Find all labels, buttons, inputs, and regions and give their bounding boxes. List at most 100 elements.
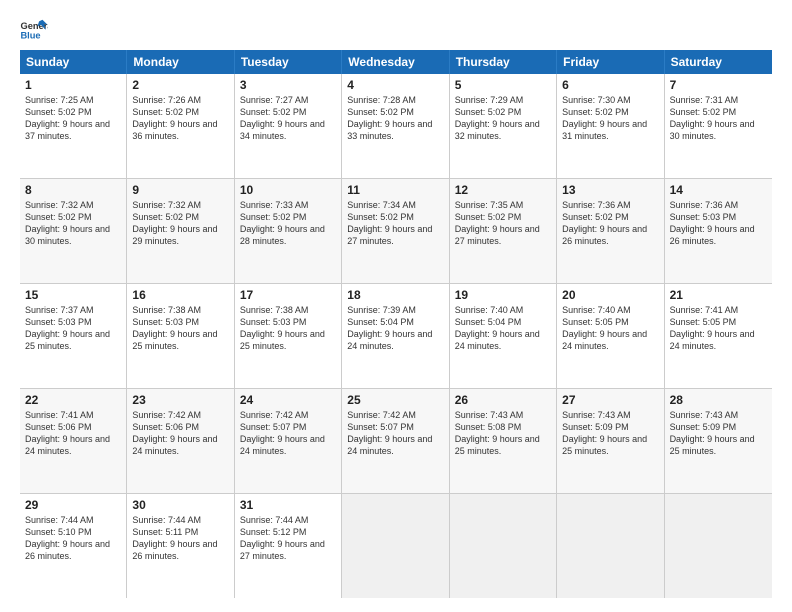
- day-number: 24: [240, 393, 336, 407]
- day-number: 12: [455, 183, 551, 197]
- day-cell-11: 11 Sunrise: 7:34 AMSunset: 5:02 PMDaylig…: [342, 179, 449, 283]
- empty-cell: [450, 494, 557, 598]
- day-cell-2: 2 Sunrise: 7:26 AMSunset: 5:02 PMDayligh…: [127, 74, 234, 178]
- empty-cell: [342, 494, 449, 598]
- day-info: Sunrise: 7:42 AMSunset: 5:07 PMDaylight:…: [347, 410, 432, 456]
- calendar-body: 1 Sunrise: 7:25 AMSunset: 5:02 PMDayligh…: [20, 74, 772, 598]
- day-number: 13: [562, 183, 658, 197]
- day-header-friday: Friday: [557, 50, 664, 74]
- day-info: Sunrise: 7:29 AMSunset: 5:02 PMDaylight:…: [455, 95, 540, 141]
- day-info: Sunrise: 7:34 AMSunset: 5:02 PMDaylight:…: [347, 200, 432, 246]
- day-info: Sunrise: 7:38 AMSunset: 5:03 PMDaylight:…: [132, 305, 217, 351]
- day-info: Sunrise: 7:25 AMSunset: 5:02 PMDaylight:…: [25, 95, 110, 141]
- day-info: Sunrise: 7:36 AMSunset: 5:02 PMDaylight:…: [562, 200, 647, 246]
- day-cell-26: 26 Sunrise: 7:43 AMSunset: 5:08 PMDaylig…: [450, 389, 557, 493]
- week-row-4: 22 Sunrise: 7:41 AMSunset: 5:06 PMDaylig…: [20, 389, 772, 494]
- day-number: 21: [670, 288, 767, 302]
- week-row-1: 1 Sunrise: 7:25 AMSunset: 5:02 PMDayligh…: [20, 74, 772, 179]
- day-number: 23: [132, 393, 228, 407]
- day-info: Sunrise: 7:43 AMSunset: 5:09 PMDaylight:…: [670, 410, 755, 456]
- day-info: Sunrise: 7:43 AMSunset: 5:08 PMDaylight:…: [455, 410, 540, 456]
- logo-icon: General Blue: [20, 18, 48, 40]
- day-info: Sunrise: 7:30 AMSunset: 5:02 PMDaylight:…: [562, 95, 647, 141]
- day-number: 16: [132, 288, 228, 302]
- day-info: Sunrise: 7:35 AMSunset: 5:02 PMDaylight:…: [455, 200, 540, 246]
- day-number: 30: [132, 498, 228, 512]
- day-info: Sunrise: 7:41 AMSunset: 5:06 PMDaylight:…: [25, 410, 110, 456]
- day-info: Sunrise: 7:40 AMSunset: 5:05 PMDaylight:…: [562, 305, 647, 351]
- day-info: Sunrise: 7:32 AMSunset: 5:02 PMDaylight:…: [25, 200, 110, 246]
- day-cell-28: 28 Sunrise: 7:43 AMSunset: 5:09 PMDaylig…: [665, 389, 772, 493]
- day-number: 4: [347, 78, 443, 92]
- day-number: 11: [347, 183, 443, 197]
- day-number: 17: [240, 288, 336, 302]
- day-number: 3: [240, 78, 336, 92]
- day-info: Sunrise: 7:26 AMSunset: 5:02 PMDaylight:…: [132, 95, 217, 141]
- header: General Blue: [20, 18, 772, 40]
- day-header-thursday: Thursday: [450, 50, 557, 74]
- day-cell-8: 8 Sunrise: 7:32 AMSunset: 5:02 PMDayligh…: [20, 179, 127, 283]
- day-number: 22: [25, 393, 121, 407]
- day-header-sunday: Sunday: [20, 50, 127, 74]
- day-cell-9: 9 Sunrise: 7:32 AMSunset: 5:02 PMDayligh…: [127, 179, 234, 283]
- day-info: Sunrise: 7:31 AMSunset: 5:02 PMDaylight:…: [670, 95, 755, 141]
- day-cell-18: 18 Sunrise: 7:39 AMSunset: 5:04 PMDaylig…: [342, 284, 449, 388]
- day-header-saturday: Saturday: [665, 50, 772, 74]
- day-cell-6: 6 Sunrise: 7:30 AMSunset: 5:02 PMDayligh…: [557, 74, 664, 178]
- day-cell-1: 1 Sunrise: 7:25 AMSunset: 5:02 PMDayligh…: [20, 74, 127, 178]
- day-info: Sunrise: 7:42 AMSunset: 5:07 PMDaylight:…: [240, 410, 325, 456]
- calendar-header: SundayMondayTuesdayWednesdayThursdayFrid…: [20, 50, 772, 74]
- day-cell-21: 21 Sunrise: 7:41 AMSunset: 5:05 PMDaylig…: [665, 284, 772, 388]
- day-info: Sunrise: 7:36 AMSunset: 5:03 PMDaylight:…: [670, 200, 755, 246]
- day-cell-24: 24 Sunrise: 7:42 AMSunset: 5:07 PMDaylig…: [235, 389, 342, 493]
- day-cell-27: 27 Sunrise: 7:43 AMSunset: 5:09 PMDaylig…: [557, 389, 664, 493]
- day-cell-4: 4 Sunrise: 7:28 AMSunset: 5:02 PMDayligh…: [342, 74, 449, 178]
- week-row-2: 8 Sunrise: 7:32 AMSunset: 5:02 PMDayligh…: [20, 179, 772, 284]
- day-number: 28: [670, 393, 767, 407]
- day-info: Sunrise: 7:37 AMSunset: 5:03 PMDaylight:…: [25, 305, 110, 351]
- day-number: 15: [25, 288, 121, 302]
- day-cell-10: 10 Sunrise: 7:33 AMSunset: 5:02 PMDaylig…: [235, 179, 342, 283]
- day-info: Sunrise: 7:32 AMSunset: 5:02 PMDaylight:…: [132, 200, 217, 246]
- day-cell-3: 3 Sunrise: 7:27 AMSunset: 5:02 PMDayligh…: [235, 74, 342, 178]
- day-number: 29: [25, 498, 121, 512]
- day-number: 5: [455, 78, 551, 92]
- day-cell-13: 13 Sunrise: 7:36 AMSunset: 5:02 PMDaylig…: [557, 179, 664, 283]
- day-number: 7: [670, 78, 767, 92]
- day-cell-14: 14 Sunrise: 7:36 AMSunset: 5:03 PMDaylig…: [665, 179, 772, 283]
- day-cell-22: 22 Sunrise: 7:41 AMSunset: 5:06 PMDaylig…: [20, 389, 127, 493]
- day-number: 19: [455, 288, 551, 302]
- day-info: Sunrise: 7:44 AMSunset: 5:10 PMDaylight:…: [25, 515, 110, 561]
- day-number: 31: [240, 498, 336, 512]
- day-number: 27: [562, 393, 658, 407]
- day-number: 26: [455, 393, 551, 407]
- day-info: Sunrise: 7:42 AMSunset: 5:06 PMDaylight:…: [132, 410, 217, 456]
- empty-cell: [665, 494, 772, 598]
- day-cell-30: 30 Sunrise: 7:44 AMSunset: 5:11 PMDaylig…: [127, 494, 234, 598]
- day-cell-5: 5 Sunrise: 7:29 AMSunset: 5:02 PMDayligh…: [450, 74, 557, 178]
- day-info: Sunrise: 7:39 AMSunset: 5:04 PMDaylight:…: [347, 305, 432, 351]
- day-info: Sunrise: 7:41 AMSunset: 5:05 PMDaylight:…: [670, 305, 755, 351]
- day-number: 25: [347, 393, 443, 407]
- day-number: 2: [132, 78, 228, 92]
- day-header-tuesday: Tuesday: [235, 50, 342, 74]
- day-cell-16: 16 Sunrise: 7:38 AMSunset: 5:03 PMDaylig…: [127, 284, 234, 388]
- day-info: Sunrise: 7:44 AMSunset: 5:11 PMDaylight:…: [132, 515, 217, 561]
- day-number: 18: [347, 288, 443, 302]
- week-row-5: 29 Sunrise: 7:44 AMSunset: 5:10 PMDaylig…: [20, 494, 772, 598]
- day-cell-29: 29 Sunrise: 7:44 AMSunset: 5:10 PMDaylig…: [20, 494, 127, 598]
- calendar: SundayMondayTuesdayWednesdayThursdayFrid…: [20, 50, 772, 598]
- day-number: 1: [25, 78, 121, 92]
- day-cell-31: 31 Sunrise: 7:44 AMSunset: 5:12 PMDaylig…: [235, 494, 342, 598]
- day-cell-20: 20 Sunrise: 7:40 AMSunset: 5:05 PMDaylig…: [557, 284, 664, 388]
- day-cell-15: 15 Sunrise: 7:37 AMSunset: 5:03 PMDaylig…: [20, 284, 127, 388]
- page: General Blue SundayMondayTuesdayWednesda…: [0, 0, 792, 612]
- day-header-wednesday: Wednesday: [342, 50, 449, 74]
- day-cell-23: 23 Sunrise: 7:42 AMSunset: 5:06 PMDaylig…: [127, 389, 234, 493]
- day-cell-7: 7 Sunrise: 7:31 AMSunset: 5:02 PMDayligh…: [665, 74, 772, 178]
- logo: General Blue: [20, 18, 48, 40]
- day-cell-25: 25 Sunrise: 7:42 AMSunset: 5:07 PMDaylig…: [342, 389, 449, 493]
- day-info: Sunrise: 7:33 AMSunset: 5:02 PMDaylight:…: [240, 200, 325, 246]
- day-number: 6: [562, 78, 658, 92]
- day-number: 14: [670, 183, 767, 197]
